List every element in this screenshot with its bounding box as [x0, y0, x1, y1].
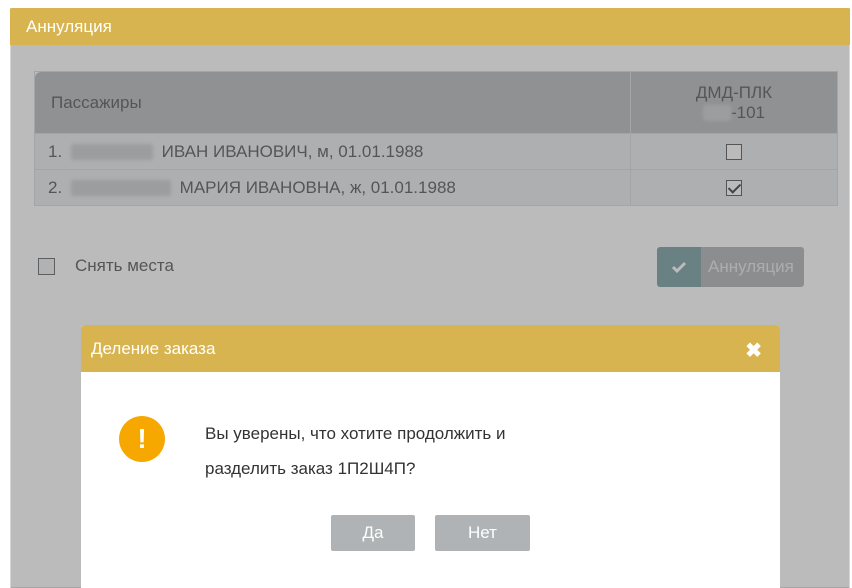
close-icon[interactable]: ✖: [745, 338, 762, 363]
panel-title: Аннуляция: [26, 17, 112, 36]
dialog-title: Деление заказа: [91, 339, 216, 358]
dialog-header: Деление заказа ✖: [81, 325, 780, 372]
no-button[interactable]: Нет: [435, 515, 530, 551]
dialog-message-line1: Вы уверены, что хотите продолжить и: [205, 424, 506, 443]
dialog-message-line2: разделить заказ 1П2Ш4П?: [205, 459, 416, 478]
yes-button[interactable]: Да: [331, 515, 415, 551]
dialog-message: Вы уверены, что хотите продолжить и разд…: [205, 416, 705, 486]
split-order-dialog: Деление заказа ✖ ! Вы уверены, что хотит…: [81, 325, 780, 588]
panel-header: Аннуляция: [10, 8, 850, 45]
exclamation-icon: !: [119, 416, 165, 462]
